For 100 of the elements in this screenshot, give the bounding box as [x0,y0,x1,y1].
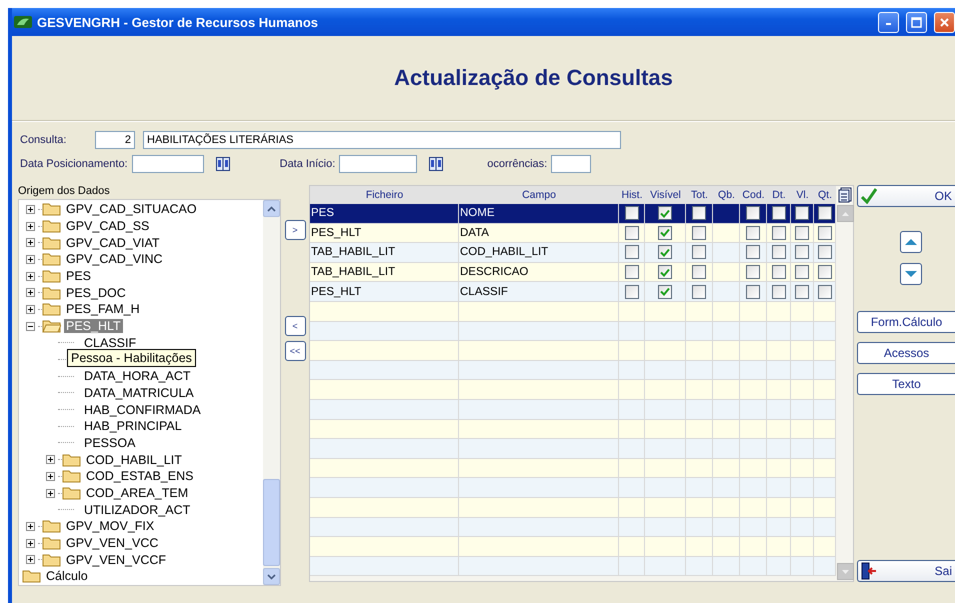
tree-item[interactable]: COD_HABIL_LIT [84,452,184,467]
scroll-thumb[interactable] [263,479,280,566]
expand-icon[interactable] [26,272,35,281]
tree-item[interactable]: COD_AREA_TEM [84,486,190,500]
checkbox[interactable] [692,284,706,299]
column-header[interactable]: Hist. [619,186,645,204]
close-button[interactable] [934,12,955,32]
tree-item[interactable]: CLASSIF [82,336,138,350]
calendar-icon[interactable] [429,157,444,171]
tree-item[interactable]: GPV_CAD_SITUACAO [64,202,199,216]
input-field[interactable] [551,155,592,173]
checkbox[interactable] [746,226,760,240]
scrollbar[interactable] [263,200,280,585]
expand-icon[interactable] [46,455,55,464]
number-field[interactable]: 2 [95,131,135,149]
action-button[interactable]: Form.Cálculo [857,311,955,333]
expand-icon[interactable] [26,254,35,264]
input-field[interactable] [339,155,418,173]
tree-item[interactable]: GPV_VEN_VCC [64,536,160,550]
tree-item[interactable]: GPV_VEN_VCCF [64,552,168,567]
expand-icon[interactable] [46,472,55,481]
checkbox[interactable] [624,245,638,260]
tree-item[interactable]: HAB_PRINCIPAL [82,419,184,434]
expand-icon[interactable] [26,538,35,548]
action-button[interactable]: Acessos [857,342,955,364]
checkbox[interactable] [692,206,706,220]
checkbox[interactable] [818,226,832,240]
checkbox[interactable] [772,284,786,299]
checkbox[interactable] [818,245,832,260]
checkbox[interactable] [692,245,706,260]
checkbox[interactable] [624,265,638,280]
checkbox[interactable] [746,265,760,280]
move-button[interactable]: < [284,316,306,336]
tree-item[interactable]: GPV_MOV_FIX [64,519,156,534]
minimize-button[interactable] [878,12,899,32]
grid-row[interactable]: PES NOME [310,204,836,224]
move-up-button[interactable] [900,231,922,253]
expand-icon[interactable] [26,555,35,564]
checkbox[interactable] [772,226,786,240]
expand-icon[interactable] [26,222,35,231]
checkbox[interactable] [624,284,638,299]
checkbox[interactable] [658,284,672,299]
maximize-button[interactable] [906,12,927,32]
checkbox[interactable] [795,226,809,240]
checkbox[interactable] [772,245,786,260]
checkbox[interactable] [818,284,832,299]
tree-item[interactable]: DATA_MATRICULA [82,386,196,400]
action-button[interactable]: Texto [857,373,955,395]
tree-item[interactable]: PES [64,269,94,284]
checkbox[interactable] [818,265,832,280]
checkbox[interactable] [658,245,672,260]
checkbox[interactable] [795,206,809,220]
checkbox[interactable] [772,265,786,280]
checkbox[interactable] [746,284,760,299]
checkbox[interactable] [624,206,638,220]
tree-item[interactable]: GPV_CAD_SS [64,219,152,234]
calendar-icon[interactable] [216,157,230,171]
move-down-button[interactable] [900,263,922,285]
collapse-icon[interactable] [26,322,35,331]
column-header[interactable]: Cod. [740,186,767,204]
tree-item[interactable]: PES_HLT [64,319,123,334]
column-header[interactable]: Qb. [713,186,740,204]
checkbox[interactable] [658,206,672,220]
tree-item[interactable]: GPV_CAD_VINC [64,252,165,266]
tree-item[interactable]: GPV_CAD_VIAT [64,236,162,250]
grid-row[interactable]: PES_HLT CLASSIF [310,282,836,302]
column-header[interactable]: Dt. [767,186,791,204]
column-header[interactable]: Qt. [814,186,836,204]
expand-icon[interactable] [26,288,35,298]
tree-item[interactable]: PESSOA [82,436,138,450]
expand-icon[interactable] [26,304,35,314]
expand-icon[interactable] [26,522,35,531]
expand-icon[interactable] [26,204,35,214]
checkbox[interactable] [624,226,638,240]
checkbox[interactable] [818,206,832,220]
scroll-up-icon[interactable] [263,200,280,217]
checkbox[interactable] [795,284,809,299]
checkbox[interactable] [772,206,786,220]
tree-item[interactable]: PES_DOC [64,286,128,300]
checkbox[interactable] [692,265,706,280]
tree-item[interactable]: PES_FAM_H [64,302,142,316]
tree-item[interactable]: UTILIZADOR_ACT [82,502,192,517]
move-button[interactable]: << [284,341,306,361]
columns-icon[interactable] [838,187,852,203]
input-field[interactable] [132,155,204,173]
checkbox[interactable] [746,206,760,220]
column-header[interactable]: Visível [645,186,686,204]
expand-icon[interactable] [46,488,55,498]
tree-item[interactable]: COD_ESTAB_ENS [84,469,196,484]
name-field[interactable]: HABILITAÇÕES LITERÁRIAS [143,131,621,149]
tree-item[interactable]: DATA_HORA_ACT [82,369,193,384]
grid-row[interactable]: TAB_HABIL_LIT DESCRICAO [310,262,836,282]
column-header[interactable]: Tot. [686,186,713,204]
column-header[interactable]: Campo [459,186,619,204]
ok-button[interactable]: OK [857,185,955,207]
expand-icon[interactable] [26,238,35,248]
checkbox[interactable] [795,245,809,260]
move-button[interactable]: > [284,220,306,240]
tree-item[interactable]: Cálculo [44,569,90,584]
exit-button[interactable]: Sai [857,560,955,582]
